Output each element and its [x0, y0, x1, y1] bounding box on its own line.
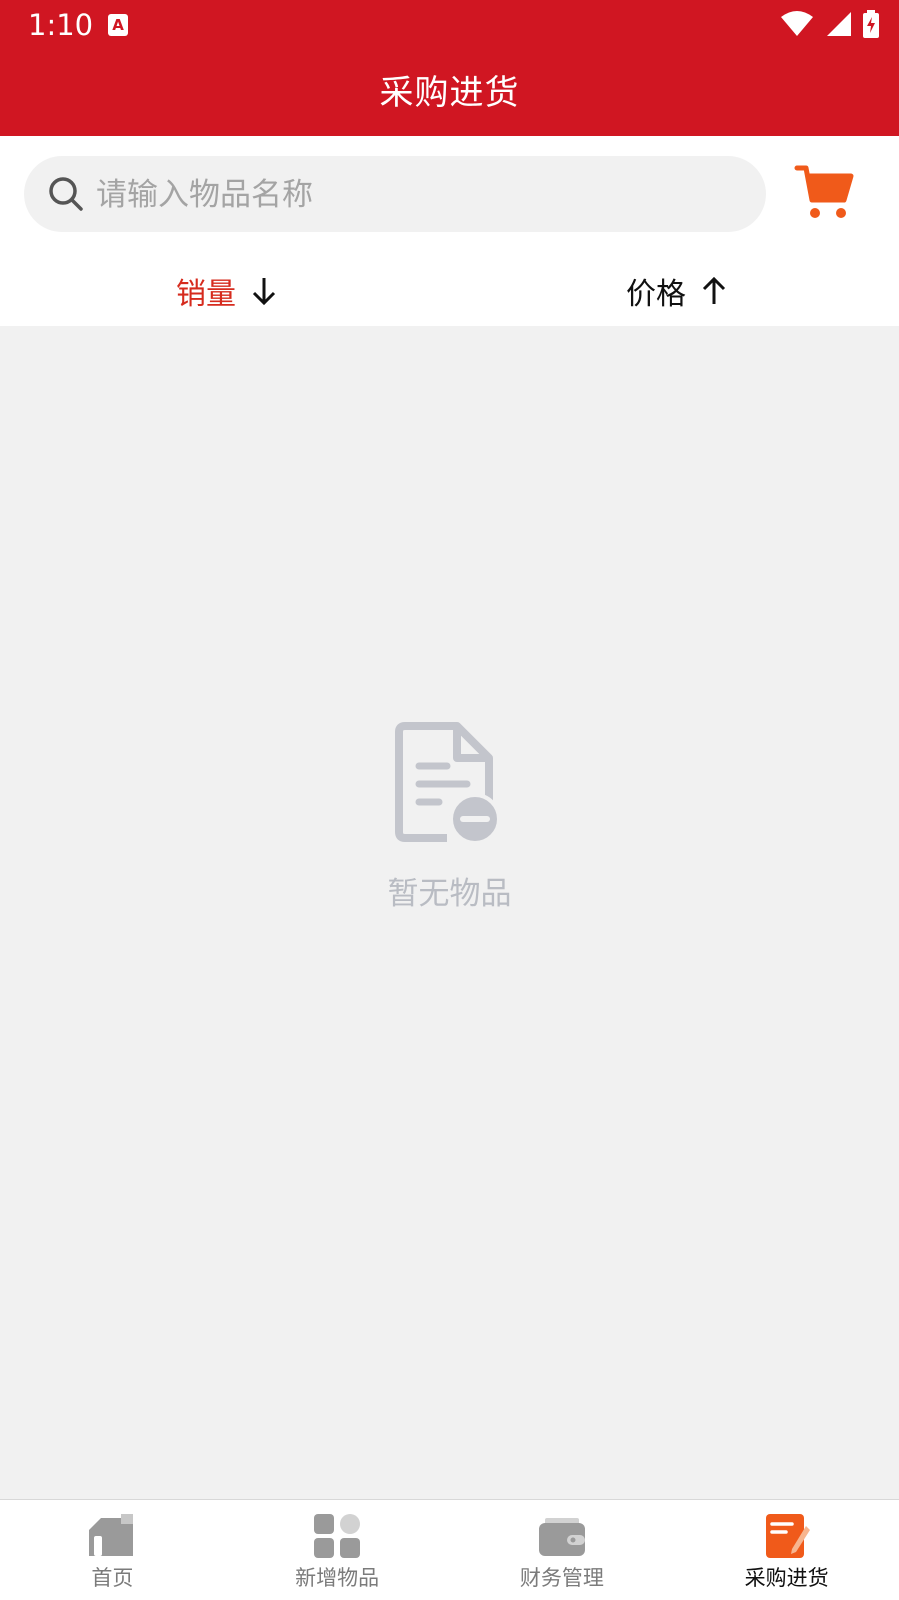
nav-finance-label: 财务管理: [519, 1566, 604, 1590]
bottom-nav: 首页 新增物品 财务管理 采购进货: [0, 1499, 899, 1600]
search-box[interactable]: [24, 156, 766, 234]
nav-add-item-label: 新增物品: [295, 1566, 380, 1590]
wifi-icon: [781, 11, 813, 36]
notification-icon: A: [108, 14, 128, 36]
app-bar: 采购进货: [0, 50, 899, 136]
nav-purchase-label: 采购进货: [744, 1566, 829, 1590]
sort-row: 销量 价格: [0, 256, 899, 326]
search-icon: [49, 177, 83, 211]
sort-sales-label: 销量: [176, 277, 236, 312]
nav-home[interactable]: 首页: [0, 1500, 225, 1600]
status-icons: [781, 10, 879, 38]
item-list: 暂无物品: [0, 326, 899, 1499]
clipboard-icon: [765, 1514, 810, 1558]
page-title: 采购进货: [379, 73, 520, 113]
status-bar: 1:10 A: [0, 0, 899, 50]
home-icon: [89, 1514, 134, 1556]
search-input[interactable]: [94, 156, 738, 234]
status-time: 1:10: [28, 8, 94, 42]
arrow-down-icon: [252, 278, 276, 306]
battery-icon: [863, 10, 879, 38]
search-area: 销量 价格: [0, 136, 899, 326]
nav-home-label: 首页: [91, 1566, 134, 1590]
sort-by-price[interactable]: 价格: [626, 256, 728, 326]
document-minus-icon: [395, 722, 501, 845]
sort-by-sales[interactable]: 销量: [176, 256, 278, 326]
nav-finance[interactable]: 财务管理: [450, 1500, 675, 1600]
nav-add-item[interactable]: 新增物品: [225, 1500, 450, 1600]
signal-icon: [827, 12, 851, 36]
cart-icon[interactable]: [794, 162, 856, 224]
arrow-up-icon: [702, 276, 726, 304]
nav-purchase[interactable]: 采购进货: [674, 1500, 899, 1600]
sort-price-label: 价格: [626, 277, 686, 312]
wallet-icon: [538, 1518, 585, 1556]
empty-state-text: 暂无物品: [387, 876, 512, 912]
grid-icon: [314, 1514, 361, 1558]
